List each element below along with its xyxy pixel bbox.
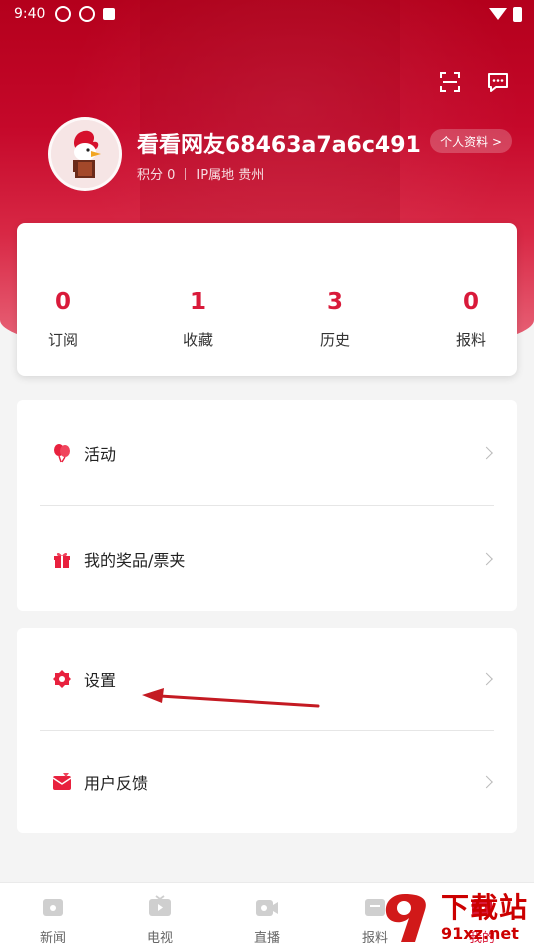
gift-icon xyxy=(54,552,70,568)
tab-label: 电视 xyxy=(146,931,173,946)
message-icon[interactable] xyxy=(486,70,510,94)
chevron-right-icon xyxy=(480,672,493,686)
site-watermark: 下载站 91xz.net xyxy=(377,890,528,946)
stat-history[interactable]: 3 历史 xyxy=(300,287,370,350)
settings-icon xyxy=(53,670,71,688)
stat-label: 收藏 xyxy=(182,331,213,349)
scan-icon[interactable] xyxy=(438,70,462,94)
profile-details-button[interactable]: 个人资料 > xyxy=(430,129,512,153)
watermark-url: 91xz.net xyxy=(440,924,519,943)
menu-card-settings: 设置 用户反馈 xyxy=(17,628,517,833)
avatar-icon xyxy=(51,120,119,188)
notification-icon xyxy=(79,6,96,22)
stat-label: 历史 xyxy=(319,331,350,349)
notification-icon xyxy=(55,6,72,22)
menu-item-settings[interactable]: 设置 xyxy=(17,628,517,730)
tab-news[interactable]: 新闻 xyxy=(23,895,83,946)
status-bar: 9:40 xyxy=(0,0,534,28)
tab-tv[interactable]: 电视 xyxy=(130,895,190,946)
top-actions xyxy=(438,70,510,94)
balloon-icon xyxy=(54,443,70,462)
tab-label: 直播 xyxy=(253,931,280,946)
stat-label: 报料 xyxy=(455,331,486,349)
avatar[interactable] xyxy=(48,117,122,191)
menu-label: 设置 xyxy=(84,671,117,690)
meta-divider xyxy=(185,167,187,180)
stat-favorites[interactable]: 1 收藏 xyxy=(163,287,233,350)
watermark-logo xyxy=(385,894,426,942)
chevron-right-icon xyxy=(480,446,493,459)
stat-reports[interactable]: 0 报料 xyxy=(436,287,506,350)
menu-label: 用户反馈 xyxy=(84,774,149,793)
live-icon xyxy=(256,900,278,916)
stat-label: 订阅 xyxy=(47,331,78,349)
stats-card: 0 订阅 1 收藏 3 历史 0 报料 xyxy=(17,223,517,376)
menu-label: 我的奖品/票夹 xyxy=(84,550,186,570)
stat-value: 0 xyxy=(54,289,71,315)
stat-subscriptions[interactable]: 0 订阅 xyxy=(28,287,98,350)
chevron-right-icon xyxy=(480,552,493,565)
status-time: 9:40 xyxy=(14,6,46,22)
wifi-icon xyxy=(489,8,507,20)
watermark-title: 下载站 xyxy=(440,891,528,924)
profile-section: 看看网友68463a7a6c491 积分 0 IP属地 贵州 个人资料 > xyxy=(48,117,518,191)
username: 看看网友68463a7a6c491 xyxy=(137,133,421,158)
red-arrow-annotation xyxy=(142,688,320,708)
battery-icon xyxy=(513,6,522,22)
news-icon xyxy=(43,899,63,916)
stat-value: 3 xyxy=(326,289,343,315)
menu-item-activities[interactable]: 活动 xyxy=(17,400,517,505)
menu-item-feedback[interactable]: 用户反馈 xyxy=(17,731,517,833)
tab-live[interactable]: 直播 xyxy=(237,895,297,946)
feedback-icon xyxy=(52,773,72,790)
stat-value: 1 xyxy=(189,289,206,315)
user-meta: 积分 0 IP属地 贵州 xyxy=(137,164,264,183)
tv-icon xyxy=(149,895,171,916)
notification-icon xyxy=(103,8,116,20)
chevron-right-icon xyxy=(480,775,493,789)
tab-label: 新闻 xyxy=(39,931,66,946)
menu-label: 活动 xyxy=(84,444,117,464)
menu-item-prizes-tickets[interactable]: 我的奖品/票夹 xyxy=(17,506,517,611)
stat-value: 0 xyxy=(462,289,479,315)
points-label: 积分 0 xyxy=(137,168,176,183)
menu-card-activities: 活动 我的奖品/票夹 xyxy=(17,400,517,611)
ip-location-label: IP属地 贵州 xyxy=(196,168,265,183)
